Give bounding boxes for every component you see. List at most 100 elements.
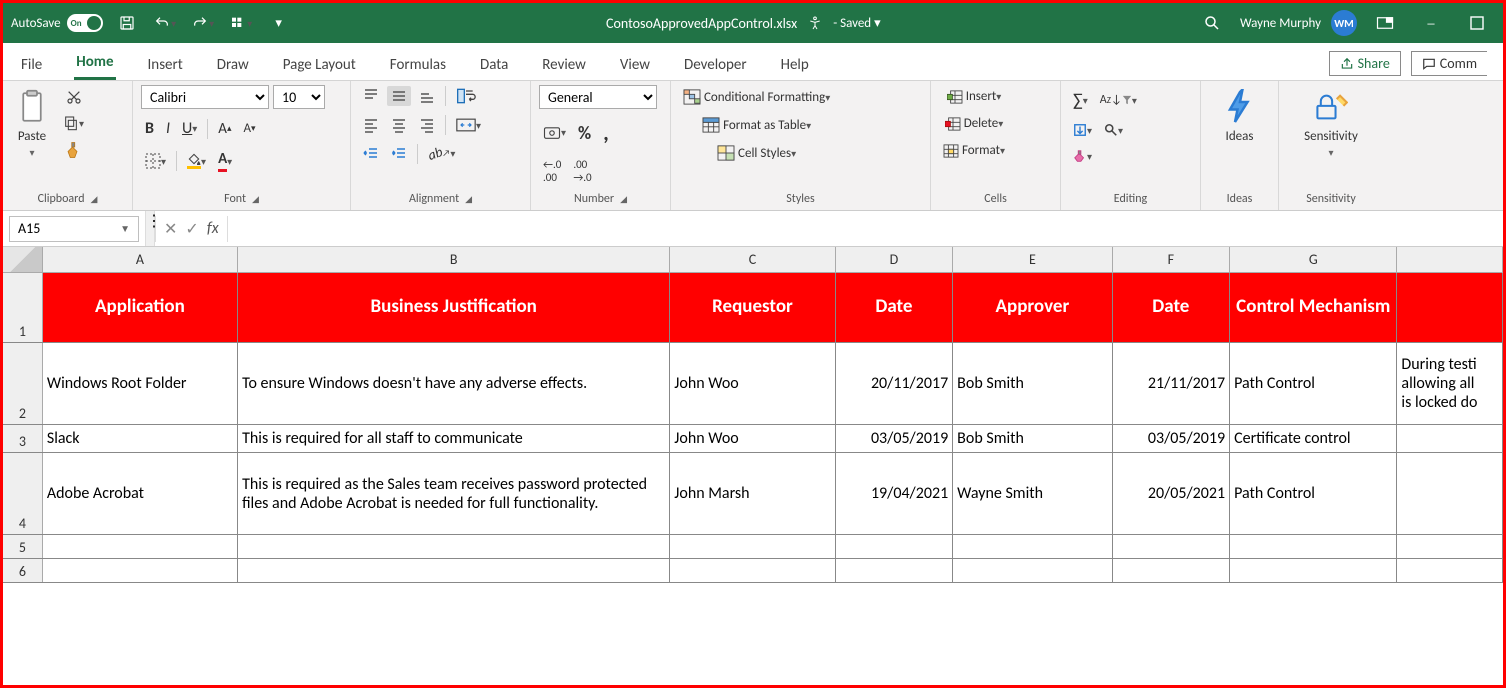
font-name-selector[interactable]: Calibri [141, 85, 269, 109]
redo-button[interactable] [189, 9, 217, 37]
format-cells-button[interactable]: Format [939, 141, 1009, 160]
cell[interactable]: Adobe Acrobat [43, 453, 238, 534]
cell[interactable]: During testi allowing all is locked do [1397, 343, 1503, 424]
bold-button[interactable]: B [141, 117, 158, 140]
cell[interactable] [238, 535, 670, 558]
insert-cells-button[interactable]: Insert [939, 87, 1009, 106]
cancel-formula-icon[interactable]: ✕ [164, 219, 177, 239]
tab-view[interactable]: View [618, 48, 652, 80]
align-center-icon[interactable] [387, 115, 411, 135]
enter-formula-icon[interactable]: ✓ [185, 219, 198, 239]
paste-button[interactable]: Paste▾ [11, 85, 53, 161]
increase-decimal-icon[interactable]: ←.0.00 [539, 156, 565, 186]
insert-function-icon[interactable]: fx [207, 219, 219, 238]
header-justification[interactable]: Business Justification [238, 273, 670, 342]
share-button[interactable]: Share [1329, 51, 1401, 76]
increase-font-icon[interactable]: A▴ [214, 118, 235, 140]
font-color-icon[interactable]: A [214, 148, 236, 174]
qat-customize-icon[interactable]: ▾ [265, 9, 293, 37]
save-status[interactable]: - Saved ▾ [833, 16, 880, 31]
align-right-icon[interactable] [415, 115, 439, 135]
cell[interactable]: This is required as the Sales team recei… [238, 453, 670, 534]
cell[interactable]: Windows Root Folder [43, 343, 238, 424]
conditional-formatting-button[interactable]: Conditional Formatting [679, 87, 834, 107]
cut-icon[interactable] [59, 87, 88, 107]
wrap-text-icon[interactable] [452, 85, 480, 107]
tab-formulas[interactable]: Formulas [388, 48, 448, 80]
cell[interactable] [1230, 535, 1397, 558]
cell[interactable] [1397, 535, 1503, 558]
undo-button[interactable] [151, 9, 179, 37]
font-size-selector[interactable]: 10 [273, 85, 325, 109]
cell[interactable]: 20/11/2017 [836, 343, 954, 424]
cell[interactable] [1397, 559, 1503, 582]
align-bottom-icon[interactable] [415, 86, 439, 106]
row-header-2[interactable]: 2 [3, 343, 43, 424]
italic-button[interactable]: I [162, 117, 174, 140]
cell[interactable] [1113, 559, 1231, 582]
percent-icon[interactable]: % [574, 120, 595, 146]
header-application[interactable]: Application [43, 273, 238, 342]
fill-icon[interactable] [1069, 121, 1096, 139]
cell[interactable] [1230, 559, 1397, 582]
cell[interactable]: John Woo [670, 425, 835, 452]
decrease-indent-icon[interactable] [359, 144, 383, 164]
cell[interactable]: 21/11/2017 [1113, 343, 1231, 424]
cell[interactable] [670, 535, 835, 558]
name-box-splitter[interactable]: ⋮ [145, 211, 155, 246]
header-date2[interactable]: Date [1113, 273, 1231, 342]
clipboard-dialog-launcher[interactable]: ◢ [91, 194, 98, 205]
find-select-icon[interactable] [1100, 121, 1127, 139]
cell[interactable] [43, 559, 238, 582]
cell[interactable] [1397, 425, 1503, 452]
col-header-C[interactable]: C [670, 247, 835, 272]
tab-data[interactable]: Data [478, 48, 510, 80]
cell[interactable]: Certificate control [1230, 425, 1397, 452]
cell[interactable] [43, 535, 238, 558]
accessibility-icon[interactable] [807, 15, 823, 31]
col-header-E[interactable]: E [953, 247, 1112, 272]
borders-icon[interactable] [141, 151, 170, 171]
tab-draw[interactable]: Draw [215, 48, 251, 80]
format-as-table-button[interactable]: Format as Table [679, 115, 834, 135]
cell[interactable]: Path Control [1230, 343, 1397, 424]
header-control[interactable]: Control Mechanism [1230, 273, 1397, 342]
row-header-6[interactable]: 6 [3, 559, 43, 582]
search-icon[interactable] [1194, 9, 1230, 37]
copy-icon[interactable] [59, 113, 88, 133]
tab-page-layout[interactable]: Page Layout [281, 48, 358, 80]
tab-home[interactable]: Home [74, 45, 115, 80]
cell[interactable]: Bob Smith [953, 343, 1112, 424]
cell[interactable] [953, 559, 1112, 582]
tab-file[interactable]: File [19, 48, 44, 80]
decrease-font-icon[interactable]: A▾ [240, 119, 260, 138]
cell[interactable]: Bob Smith [953, 425, 1112, 452]
cell[interactable] [238, 559, 670, 582]
accounting-format-icon[interactable] [539, 124, 570, 142]
col-header-H[interactable] [1397, 247, 1503, 272]
delete-cells-button[interactable]: Delete [939, 114, 1009, 133]
align-left-icon[interactable] [359, 115, 383, 135]
font-dialog-launcher[interactable]: ◢ [252, 194, 259, 205]
tab-review[interactable]: Review [540, 48, 588, 80]
ideas-button[interactable]: Ideas [1219, 85, 1261, 146]
cell[interactable] [836, 535, 954, 558]
cell[interactable]: Wayne Smith [953, 453, 1112, 534]
col-header-B[interactable]: B [238, 247, 670, 272]
formula-input[interactable] [228, 216, 1503, 242]
cell[interactable]: This is required for all staff to commun… [238, 425, 670, 452]
row-header-3[interactable]: 3 [3, 425, 43, 452]
header-requestor[interactable]: Requestor [670, 273, 835, 342]
cell[interactable]: Path Control [1230, 453, 1397, 534]
minimize-button[interactable]: ─ [1413, 9, 1449, 37]
user-avatar[interactable]: WM [1331, 10, 1357, 36]
user-name[interactable]: Wayne Murphy [1240, 16, 1321, 31]
ribbon-display-icon[interactable] [1367, 9, 1403, 37]
col-header-G[interactable]: G [1230, 247, 1397, 272]
increase-indent-icon[interactable] [387, 144, 411, 164]
row-header-5[interactable]: 5 [3, 535, 43, 558]
alignment-dialog-launcher[interactable]: ◢ [465, 194, 472, 205]
col-header-D[interactable]: D [836, 247, 954, 272]
cell[interactable] [1113, 535, 1231, 558]
cell[interactable]: 20/05/2021 [1113, 453, 1231, 534]
